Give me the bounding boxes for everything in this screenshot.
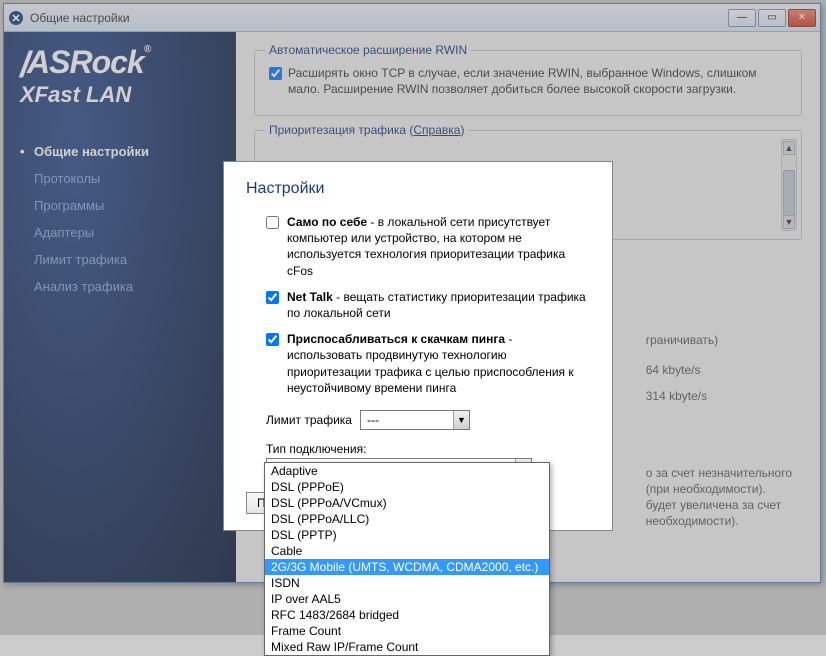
dropdown-option[interactable]: DSL (PPTP) xyxy=(265,527,549,543)
dropdown-option[interactable]: DSL (PPPoA/VCmux) xyxy=(265,495,549,511)
dlg-opt-ping-adapt: Приспосабливаться к скачкам пинга - испо… xyxy=(266,331,590,396)
scroll-up-icon[interactable]: ▲ xyxy=(783,141,795,155)
conn-type-label: Тип подключения: xyxy=(266,442,590,456)
dropdown-option[interactable]: Mixed Raw IP/Frame Count xyxy=(265,639,549,655)
prio-scrollbar[interactable]: ▲ ▼ xyxy=(781,139,797,231)
dropdown-option[interactable]: Adaptive xyxy=(265,463,549,479)
nav-adapters[interactable]: Адаптеры xyxy=(20,219,220,246)
app-icon xyxy=(8,10,24,26)
dropdown-option[interactable]: DSL (PPPoA/LLC) xyxy=(265,511,549,527)
close-button[interactable]: ✕ xyxy=(788,9,816,27)
conn-type-dropdown[interactable]: AdaptiveDSL (PPPoE)DSL (PPPoA/VCmux)DSL … xyxy=(264,462,550,656)
maximize-button[interactable]: ▭ xyxy=(758,9,786,27)
nav-protocols[interactable]: Протоколы xyxy=(20,165,220,192)
traffic-limit-row: Лимит трафика --- ▼ xyxy=(266,410,590,430)
window-title: Общие настройки xyxy=(30,11,728,25)
chevron-down-icon: ▼ xyxy=(453,411,469,429)
dropdown-option[interactable]: Cable xyxy=(265,543,549,559)
scroll-thumb[interactable] xyxy=(783,170,795,220)
dlg-opt-standalone: Само по себе - в локальной сети присутст… xyxy=(266,214,590,279)
window-controls: — ▭ ✕ xyxy=(728,9,816,27)
rwin-legend: Автоматическое расширение RWIN xyxy=(265,43,471,57)
standalone-checkbox[interactable] xyxy=(266,216,279,229)
traffic-limit-select[interactable]: --- ▼ xyxy=(360,410,470,430)
scroll-down-icon[interactable]: ▼ xyxy=(783,215,795,229)
prio-legend: Приоритезация трафика (Справка) xyxy=(265,123,468,137)
rwin-check-label: Расширять окно TCP в случае, если значен… xyxy=(288,65,787,97)
dropdown-option[interactable]: DSL (PPPoE) xyxy=(265,479,549,495)
bg-text-fragments: граничивать) 64 kbyte/s 314 kbyte/s о за… xyxy=(646,332,792,529)
nav-traffic-limit[interactable]: Лимит трафика xyxy=(20,246,220,273)
traffic-limit-label: Лимит трафика xyxy=(266,413,352,427)
logo-area: /ASRock® XFast LAN xyxy=(20,44,220,108)
nav-general-settings[interactable]: Общие настройки xyxy=(20,138,220,165)
dropdown-option[interactable]: IP over AAL5 xyxy=(265,591,549,607)
titlebar[interactable]: Общие настройки — ▭ ✕ xyxy=(4,4,820,32)
dropdown-option[interactable]: ISDN xyxy=(265,575,549,591)
rwin-check-row: Расширять окно TCP в случае, если значен… xyxy=(269,65,787,97)
logo-brand: /ASRock® xyxy=(20,44,220,86)
dropdown-option[interactable]: Frame Count xyxy=(265,623,549,639)
nav-traffic-analysis[interactable]: Анализ трафика xyxy=(20,273,220,300)
nettalk-checkbox[interactable] xyxy=(266,291,279,304)
rwin-checkbox[interactable] xyxy=(269,67,282,80)
nav-programs[interactable]: Программы xyxy=(20,192,220,219)
ping-adapt-checkbox[interactable] xyxy=(266,333,279,346)
dlg-opt-nettalk: Net Talk - вещать статистику приоритезац… xyxy=(266,289,590,321)
dialog-title: Настройки xyxy=(246,180,590,198)
minimize-button[interactable]: — xyxy=(728,9,756,27)
sidebar: /ASRock® XFast LAN Общие настройки Прото… xyxy=(4,32,236,582)
dropdown-option[interactable]: 2G/3G Mobile (UMTS, WCDMA, CDMA2000, etc… xyxy=(265,559,549,575)
logo-product: XFast LAN xyxy=(20,82,220,108)
dropdown-option[interactable]: RFC 1483/2684 bridged xyxy=(265,607,549,623)
prio-help-link[interactable]: Справка xyxy=(413,123,460,137)
rwin-fieldset: Автоматическое расширение RWIN Расширять… xyxy=(254,50,802,116)
